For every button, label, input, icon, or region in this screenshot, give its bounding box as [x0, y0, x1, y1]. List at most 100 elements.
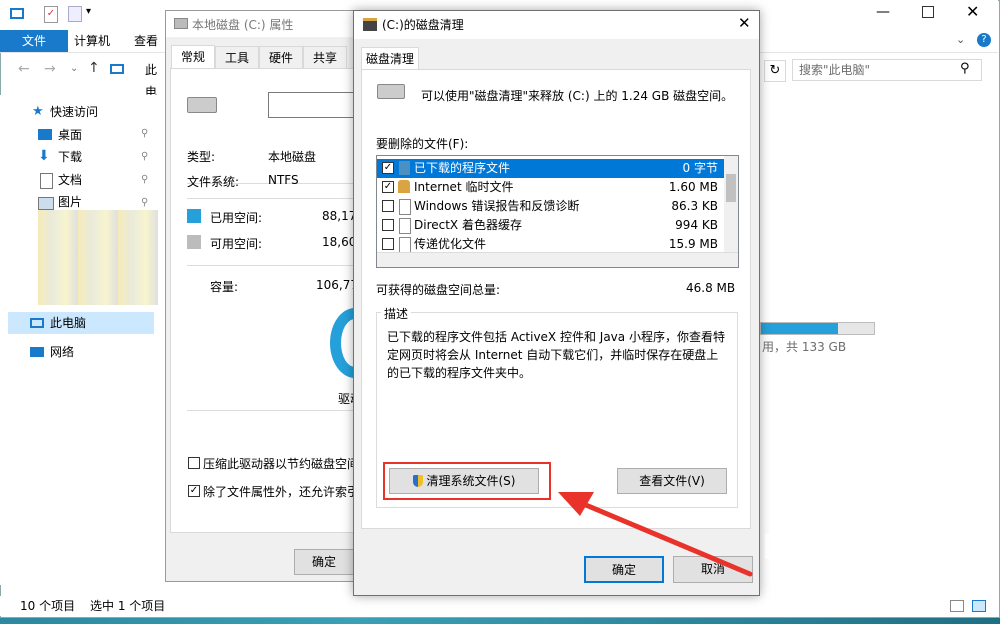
pictures-icon	[38, 197, 54, 210]
file-checkbox[interactable]: ✓	[382, 181, 394, 193]
nav-desktop[interactable]: 桌面	[58, 124, 82, 146]
watermark-url: jingyan.baidu.com	[794, 569, 914, 584]
drive-icon	[174, 18, 188, 29]
forward-icon[interactable]: →	[44, 61, 56, 77]
compress-label: 压缩此驱动器以节约磁盘空间(C	[203, 457, 373, 471]
search-input[interactable]: 搜索"此电脑"	[792, 59, 982, 81]
compress-checkbox[interactable]	[188, 457, 200, 469]
pin-icon[interactable]: ⚲	[141, 151, 148, 162]
pin-icon[interactable]: ⚲	[141, 174, 148, 185]
file-checkbox[interactable]: ✓	[382, 162, 394, 174]
total-space-value: 46.8 MB	[686, 281, 736, 295]
customize-toolbar-icon[interactable]: ▾	[86, 6, 91, 17]
pin-icon[interactable]: ⚲	[141, 128, 148, 139]
up-icon[interactable]: ↑	[88, 60, 100, 76]
close-icon[interactable]: ✕	[966, 2, 979, 21]
desktop-folder-icon	[38, 129, 52, 140]
large-icons-view-icon[interactable]	[972, 600, 986, 612]
download-icon: ⬇	[38, 148, 50, 164]
pin-icon[interactable]: ⚲	[141, 197, 148, 208]
index-checkbox[interactable]: ✓	[188, 485, 200, 497]
minimize-icon[interactable]: —	[876, 4, 890, 20]
status-item-count: 10 个项目	[20, 599, 76, 613]
documents-icon	[40, 173, 53, 189]
drive-name-input[interactable]	[268, 92, 358, 118]
files-list[interactable]: ✓ 已下载的程序文件 0 字节 ✓ Internet 临时文件 1.60 MB …	[376, 155, 739, 268]
dialog-title: (C:)的磁盘清理	[382, 18, 464, 32]
nav-documents[interactable]: 文档	[58, 169, 82, 191]
tab-tools[interactable]: 工具	[215, 46, 259, 68]
tab-disk-cleanup[interactable]: 磁盘清理	[361, 47, 419, 70]
document-icon	[399, 218, 411, 234]
description-text: 已下载的程序文件包括 ActiveX 控件和 Java 小程序，你查看特定网页时…	[387, 330, 725, 380]
index-label: 除了文件属性外，还允许索引此	[203, 485, 372, 499]
blurred-folders	[38, 210, 158, 305]
file-size: 994 KB	[675, 218, 718, 232]
file-size: 0 字节	[682, 161, 718, 175]
document-icon	[399, 199, 411, 215]
type-label: 类型:	[187, 150, 216, 164]
tab-view[interactable]: 查看	[134, 30, 158, 52]
back-icon[interactable]: ←	[18, 61, 30, 77]
list-vertical-scrollbar[interactable]	[724, 156, 738, 254]
recent-locations-icon[interactable]: ⌄	[70, 63, 78, 74]
nav-network[interactable]: 网络	[50, 341, 74, 363]
list-item[interactable]: Windows 错误报告和反馈诊断 86.3 KB	[377, 197, 724, 216]
used-space-swatch	[187, 209, 201, 223]
file-checkbox[interactable]	[382, 219, 394, 231]
file-size: 86.3 KB	[671, 199, 718, 213]
tab-general[interactable]: 常规	[171, 45, 215, 69]
nav-this-pc[interactable]: 此电脑	[50, 312, 86, 334]
details-view-icon[interactable]	[950, 600, 964, 612]
maximize-icon[interactable]	[922, 6, 934, 18]
search-icon[interactable]: ⚲	[960, 61, 970, 76]
new-folder-icon[interactable]	[68, 6, 82, 22]
list-item[interactable]: ✓ 已下载的程序文件 0 字节	[377, 159, 724, 178]
network-icon	[30, 347, 44, 357]
highlight-box	[383, 462, 551, 500]
drive-space-text: 用，共 133 GB	[762, 340, 847, 354]
nav-downloads[interactable]: 下载	[58, 146, 82, 168]
fs-value: NTFS	[268, 173, 299, 187]
list-item[interactable]: ✓ Internet 临时文件 1.60 MB	[377, 178, 724, 197]
file-checkbox[interactable]	[382, 200, 394, 212]
computer-icon	[10, 8, 24, 19]
address-computer-icon	[110, 64, 124, 74]
free-space-swatch	[187, 235, 201, 249]
file-name: 已下载的程序文件	[414, 161, 511, 175]
file-name: Windows 错误报告和反馈诊断	[414, 199, 580, 213]
lock-icon	[398, 180, 410, 193]
expand-ribbon-icon[interactable]: ⌄	[956, 33, 965, 46]
address-bar[interactable]: 此电脑	[145, 59, 165, 121]
list-item[interactable]: DirectX 着色器缓存 994 KB	[377, 216, 724, 235]
refresh-icon[interactable]: ↻	[764, 60, 786, 82]
description-group-label: 描述	[381, 305, 412, 322]
drive-usage-bar	[760, 322, 875, 335]
divider	[187, 265, 357, 266]
properties-icon[interactable]: ✓	[44, 6, 58, 23]
type-value: 本地磁盘	[268, 150, 317, 164]
tab-sharing[interactable]: 共享	[303, 46, 347, 68]
cleanup-icon	[363, 18, 377, 31]
baidu-jingyan-watermark: Bai du 经验 jingyan.baidu.com	[762, 520, 992, 600]
search-placeholder: 搜索"此电脑"	[799, 63, 871, 77]
file-size: 1.60 MB	[668, 180, 718, 194]
drive-large-icon	[187, 97, 217, 113]
file-name: DirectX 着色器缓存	[414, 218, 522, 232]
nav-quick-access[interactable]: 快速访问	[50, 101, 98, 123]
tab-computer[interactable]: 计算机	[74, 30, 110, 52]
star-icon: ★	[32, 104, 44, 119]
divider	[187, 198, 357, 199]
status-selected-count: 选中 1 个项目	[90, 599, 166, 613]
dialog-close-icon[interactable]: ✕	[738, 14, 751, 32]
tab-hardware[interactable]: 硬件	[259, 46, 303, 68]
fs-label: 文件系统:	[187, 175, 240, 189]
help-icon[interactable]: ?	[977, 33, 991, 47]
scroll-thumb[interactable]	[726, 174, 736, 202]
properties-ok-button[interactable]: 确定	[294, 549, 354, 575]
drive-cleanup-icon	[377, 84, 405, 99]
tab-file[interactable]: 文件	[0, 30, 68, 52]
list-horizontal-scrollbar[interactable]	[377, 252, 738, 267]
document-icon	[399, 237, 411, 253]
file-checkbox[interactable]	[382, 238, 394, 250]
